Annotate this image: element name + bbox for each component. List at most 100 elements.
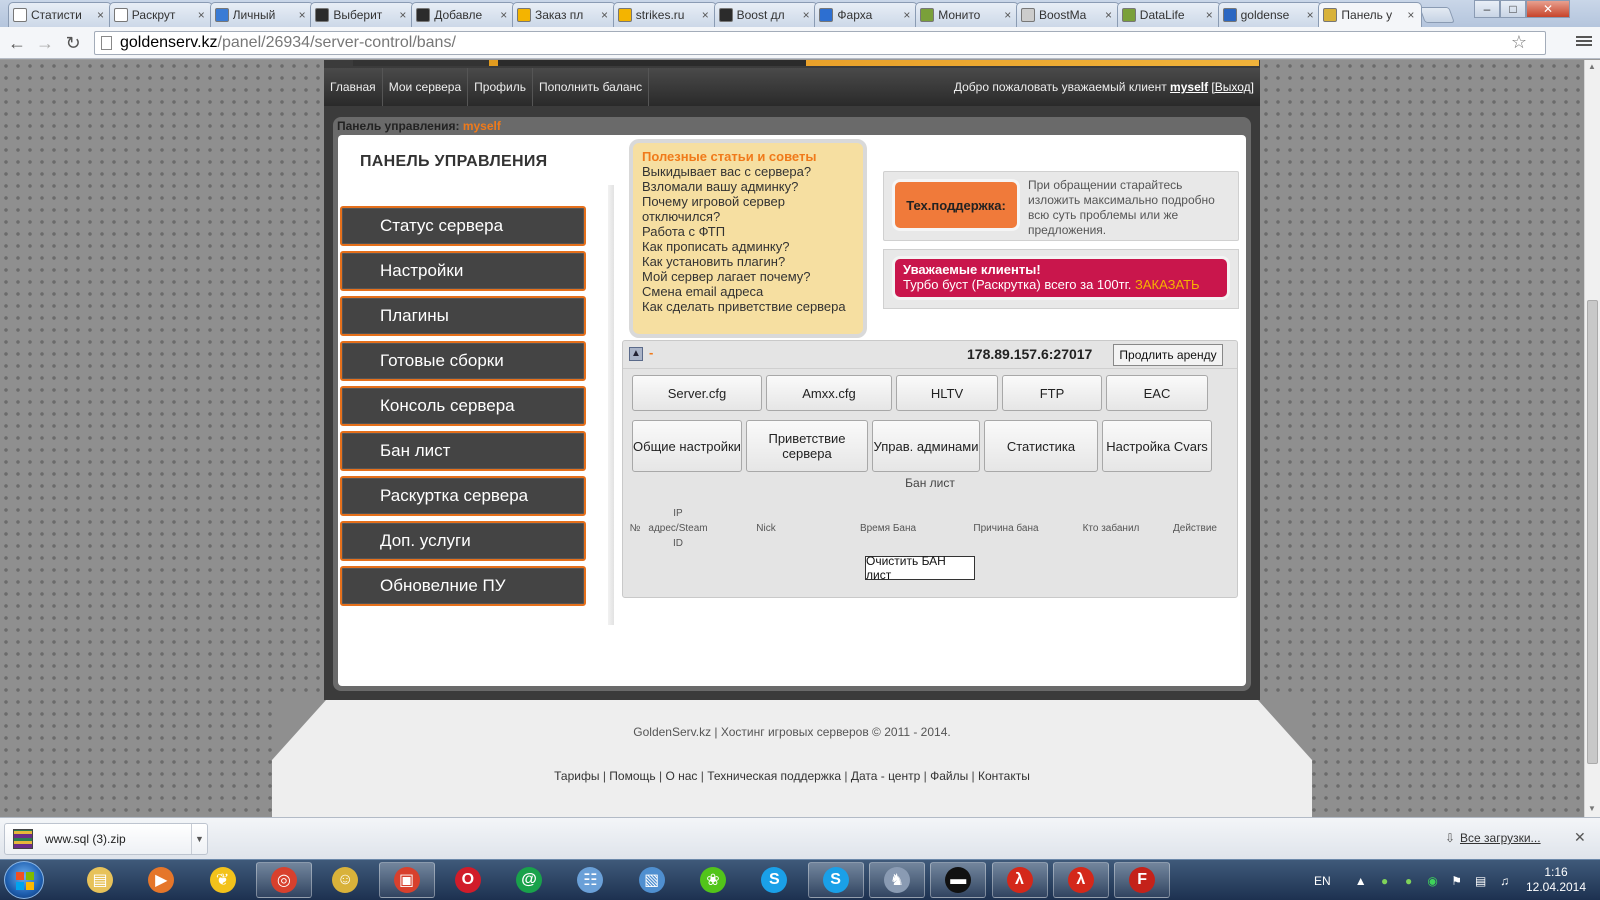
tray-expand-icon[interactable]: ▲ bbox=[1353, 873, 1369, 889]
taskbar-app[interactable]: ☺ bbox=[317, 862, 373, 898]
scroll-down-icon[interactable]: ▼ bbox=[1588, 804, 1596, 813]
taskbar-app[interactable]: O bbox=[440, 862, 496, 898]
nav-home[interactable]: Главная bbox=[324, 68, 383, 106]
tip-link[interactable]: Работа с ФТП bbox=[642, 224, 854, 239]
tip-link[interactable]: Как установить плагин? bbox=[642, 254, 854, 269]
tray-app-icon[interactable]: ● bbox=[1377, 873, 1393, 889]
start-button[interactable] bbox=[4, 861, 44, 899]
page-scrollbar[interactable]: ▲ ▼ bbox=[1584, 60, 1600, 817]
minimize-icon[interactable]: – bbox=[1474, 0, 1500, 18]
order-link[interactable]: ЗАКАЗАТЬ bbox=[1135, 277, 1200, 292]
tip-link[interactable]: Выкидывает вас с сервера? bbox=[642, 164, 854, 179]
action-center-icon[interactable]: ⚑ bbox=[1449, 873, 1465, 889]
hltv-button[interactable]: HLTV bbox=[896, 375, 998, 411]
close-tab-icon[interactable]: × bbox=[1307, 8, 1317, 22]
scroll-up-icon[interactable]: ▲ bbox=[1588, 62, 1596, 71]
taskbar-app[interactable]: ▣ bbox=[378, 862, 435, 898]
new-tab-button[interactable] bbox=[1419, 7, 1455, 23]
footer-link-tariffs[interactable]: Тарифы bbox=[554, 769, 599, 783]
close-tab-icon[interactable]: × bbox=[1105, 8, 1115, 22]
menu-builds[interactable]: Готовые сборки bbox=[340, 341, 586, 381]
close-tab-icon[interactable]: × bbox=[803, 8, 813, 22]
menu-plugins[interactable]: Плагины bbox=[340, 296, 586, 336]
taskbar-app[interactable]: ❦ bbox=[195, 862, 251, 898]
clear-banlist-button[interactable]: Очистить БАН лист bbox=[865, 554, 975, 582]
taskbar-app[interactable]: ▤ bbox=[72, 862, 128, 898]
close-tab-icon[interactable]: × bbox=[702, 8, 712, 22]
browser-tab[interactable]: DataLife × bbox=[1116, 2, 1221, 27]
taskbar-app[interactable]: F bbox=[1114, 862, 1171, 898]
footer-link-files[interactable]: Файлы bbox=[930, 769, 968, 783]
menu-banlist[interactable]: Бан лист bbox=[340, 431, 586, 471]
tip-link[interactable]: Как сделать приветствие сервера bbox=[642, 299, 854, 314]
taskbar-app[interactable]: ◎ bbox=[255, 862, 312, 898]
address-bar[interactable]: goldenserv.kz/panel/26934/server-control… bbox=[94, 31, 1546, 55]
back-icon[interactable]: ← bbox=[6, 33, 28, 53]
support-button[interactable]: Тех.поддержка: bbox=[892, 179, 1020, 231]
logout-link[interactable]: [Выход] bbox=[1211, 80, 1254, 94]
close-window-icon[interactable]: ✕ bbox=[1526, 0, 1570, 18]
browser-tab[interactable]: Boost дл × bbox=[713, 2, 818, 27]
renew-button[interactable]: Продлить аренду bbox=[1113, 344, 1223, 366]
taskbar-app[interactable]: ❀ bbox=[685, 862, 741, 898]
footer-link-about[interactable]: О нас bbox=[665, 769, 697, 783]
browser-tab[interactable]: Статисти × bbox=[8, 2, 112, 27]
promo-banner[interactable]: Уважаемые клиенты! Турбо буст (Раскрутка… bbox=[892, 256, 1230, 300]
footer-link-datacenter[interactable]: Дата - центр bbox=[851, 769, 920, 783]
statistics-button[interactable]: Статистика bbox=[984, 420, 1098, 472]
menu-settings[interactable]: Настройки bbox=[340, 251, 586, 291]
bookmark-star-icon[interactable]: ☆ bbox=[1511, 32, 1527, 53]
taskbar-app[interactable]: ▶ bbox=[133, 862, 189, 898]
amxx-cfg-button[interactable]: Amxx.cfg bbox=[766, 375, 892, 411]
taskbar-app[interactable]: λ bbox=[991, 862, 1048, 898]
scroll-thumb[interactable] bbox=[1587, 300, 1598, 764]
taskbar-app[interactable]: ♞ bbox=[868, 862, 925, 898]
close-shelf-icon[interactable]: ✕ bbox=[1574, 829, 1586, 846]
close-tab-icon[interactable]: × bbox=[903, 8, 913, 22]
close-tab-icon[interactable]: × bbox=[601, 8, 611, 22]
nav-my-servers[interactable]: Мои сервера bbox=[383, 68, 469, 106]
eac-button[interactable]: EAC bbox=[1106, 375, 1208, 411]
close-tab-icon[interactable]: × bbox=[1004, 8, 1014, 22]
tip-link[interactable]: Почему игровой сервер отключился? bbox=[642, 194, 854, 224]
greeting-button[interactable]: Приветствие сервера bbox=[746, 420, 868, 472]
browser-tab[interactable]: Фарха × bbox=[814, 2, 919, 27]
menu-update-panel[interactable]: Обновелние ПУ bbox=[340, 566, 586, 606]
menu-console[interactable]: Консоль сервера bbox=[340, 386, 586, 426]
taskbar-app[interactable]: ▬ bbox=[930, 862, 987, 898]
menu-extra-services[interactable]: Доп. услуги bbox=[340, 521, 586, 561]
close-tab-icon[interactable]: × bbox=[1407, 8, 1417, 22]
tray-app-icon[interactable]: ● bbox=[1401, 873, 1417, 889]
footer-link-support[interactable]: Техническая поддержка bbox=[707, 769, 841, 783]
download-item[interactable]: www.sql (3).zip ▼ bbox=[4, 823, 208, 855]
browser-tab[interactable]: Добавле × bbox=[411, 2, 516, 27]
close-tab-icon[interactable]: × bbox=[97, 8, 107, 22]
menu-promotion[interactable]: Раскуртка сервера bbox=[340, 476, 586, 516]
browser-tab[interactable]: Личный × bbox=[209, 2, 314, 27]
forward-icon[interactable]: → bbox=[34, 33, 56, 53]
taskbar-clock[interactable]: 1:16 12.04.2014 bbox=[1520, 865, 1592, 895]
tip-link[interactable]: Смена email адреса bbox=[642, 284, 854, 299]
browser-tab[interactable]: Монито × bbox=[915, 2, 1020, 27]
tip-link[interactable]: Мой сервер лагает почему? bbox=[642, 269, 854, 284]
footer-link-contacts[interactable]: Контакты bbox=[978, 769, 1030, 783]
footer-link-help[interactable]: Помощь bbox=[609, 769, 655, 783]
browser-tab[interactable]: BoostMa × bbox=[1016, 2, 1120, 27]
taskbar-app[interactable]: λ bbox=[1052, 862, 1109, 898]
browser-tab[interactable]: strikes.ru × bbox=[612, 2, 717, 27]
close-tab-icon[interactable]: × bbox=[1206, 8, 1216, 22]
tip-link[interactable]: Взломали вашу админку? bbox=[642, 179, 854, 194]
all-downloads-link[interactable]: Все загрузки... bbox=[1460, 831, 1541, 845]
server-cfg-button[interactable]: Server.cfg bbox=[632, 375, 762, 411]
download-menu-icon[interactable]: ▼ bbox=[191, 824, 207, 854]
close-tab-icon[interactable]: × bbox=[399, 8, 409, 22]
username-link[interactable]: myself bbox=[1170, 80, 1208, 94]
taskbar-app[interactable]: ☷ bbox=[562, 862, 618, 898]
language-indicator[interactable]: EN bbox=[1314, 874, 1331, 888]
tip-link[interactable]: Как прописать админку? bbox=[642, 239, 854, 254]
nav-profile[interactable]: Профиль bbox=[468, 68, 533, 106]
cvars-button[interactable]: Настройка Cvars bbox=[1102, 420, 1212, 472]
browser-tab[interactable]: Выберит × bbox=[310, 2, 415, 27]
nav-topup[interactable]: Пополнить баланс bbox=[533, 68, 650, 106]
volume-icon[interactable]: ♫ bbox=[1497, 873, 1513, 889]
